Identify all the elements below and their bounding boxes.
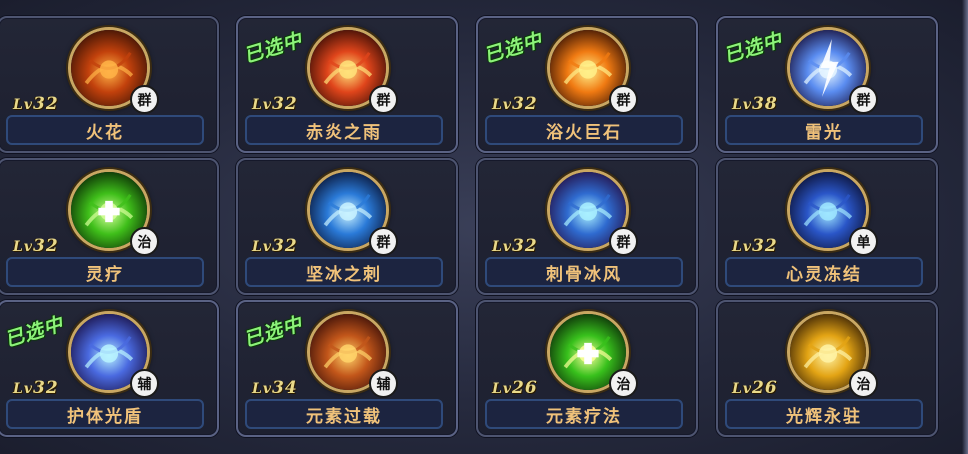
skill-type-badge: 单 <box>849 227 878 256</box>
skill-name: 元素过载 <box>306 406 382 427</box>
level-value: 26 <box>751 378 778 398</box>
skill-name: 赤炎之雨 <box>306 122 382 143</box>
level-value: 32 <box>32 236 59 256</box>
skill-name-bar: 元素疗法 <box>485 399 683 429</box>
level-value: 38 <box>751 94 778 114</box>
level-prefix: Lv <box>732 381 752 397</box>
skill-card[interactable]: 群 Lv32 火花 <box>0 16 219 153</box>
skill-card[interactable]: 辅 Lv32 护体光盾 已选中 <box>0 300 219 437</box>
skill-name-bar: 护体光盾 <box>6 399 204 429</box>
level-prefix: Lv <box>13 97 33 113</box>
skill-type-badge: 群 <box>130 85 159 114</box>
skill-name-bar: 坚冰之刺 <box>245 257 443 287</box>
skill-card[interactable]: 治 Lv32 灵疗 <box>0 158 219 295</box>
level-value: 26 <box>511 378 538 398</box>
level-prefix: Lv <box>252 239 272 255</box>
skill-name-bar: 雷光 <box>725 115 923 145</box>
skill-type-badge: 群 <box>609 227 638 256</box>
level-prefix: Lv <box>252 97 272 113</box>
skill-card[interactable]: 群 Lv32 坚冰之刺 <box>236 158 458 295</box>
skill-name-bar: 火花 <box>6 115 204 145</box>
skill-name: 护体光盾 <box>67 406 143 427</box>
skill-type-badge: 治 <box>849 369 878 398</box>
level-value: 32 <box>511 236 538 256</box>
skill-type-badge: 治 <box>130 227 159 256</box>
level-value: 34 <box>271 378 298 398</box>
skill-type-badge: 辅 <box>130 369 159 398</box>
selected-label: 已选中 <box>241 312 306 352</box>
skill-name-bar: 心灵冻结 <box>725 257 923 287</box>
skill-level: Lv32 <box>492 236 538 256</box>
level-value: 32 <box>271 236 298 256</box>
skill-name-bar: 灵疗 <box>6 257 204 287</box>
skill-name-bar: 元素过载 <box>245 399 443 429</box>
skill-card[interactable]: 辅 Lv34 元素过载 已选中 <box>236 300 458 437</box>
skill-level: Lv34 <box>252 378 298 398</box>
level-prefix: Lv <box>732 97 752 113</box>
skill-name: 坚冰之刺 <box>306 264 382 285</box>
skill-name: 刺骨冰风 <box>546 264 622 285</box>
level-value: 32 <box>32 94 59 114</box>
selected-label: 已选中 <box>481 28 546 68</box>
selected-label: 已选中 <box>241 28 306 68</box>
level-value: 32 <box>511 94 538 114</box>
skill-name-bar: 刺骨冰风 <box>485 257 683 287</box>
skill-level: Lv32 <box>492 94 538 114</box>
skill-name: 心灵冻结 <box>786 264 862 285</box>
skill-card[interactable]: 单 Lv32 心灵冻结 <box>716 158 938 295</box>
level-prefix: Lv <box>13 239 33 255</box>
skill-level: Lv32 <box>252 94 298 114</box>
skill-card[interactable]: 治 Lv26 光辉永驻 <box>716 300 938 437</box>
selected-label: 已选中 <box>721 28 786 68</box>
skill-name: 光辉永驻 <box>786 406 862 427</box>
skill-card[interactable]: 群 Lv38 雷光 已选中 <box>716 16 938 153</box>
level-prefix: Lv <box>732 239 752 255</box>
skill-name-bar: 浴火巨石 <box>485 115 683 145</box>
skill-level: Lv32 <box>13 378 59 398</box>
level-value: 32 <box>271 94 298 114</box>
selected-label: 已选中 <box>2 312 67 352</box>
level-value: 32 <box>32 378 59 398</box>
skill-name: 灵疗 <box>86 264 124 285</box>
skill-card[interactable]: 群 Lv32 刺骨冰风 <box>476 158 698 295</box>
skill-name: 浴火巨石 <box>546 122 622 143</box>
skill-name-bar: 赤炎之雨 <box>245 115 443 145</box>
skill-card[interactable]: 群 Lv32 赤炎之雨 已选中 <box>236 16 458 153</box>
level-prefix: Lv <box>492 239 512 255</box>
skill-type-badge: 群 <box>609 85 638 114</box>
skill-card[interactable]: 治 Lv26 元素疗法 <box>476 300 698 437</box>
skill-name-bar: 光辉永驻 <box>725 399 923 429</box>
skill-type-badge: 治 <box>609 369 638 398</box>
skill-level: Lv32 <box>13 236 59 256</box>
skill-type-badge: 群 <box>849 85 878 114</box>
skill-type-badge: 群 <box>369 227 398 256</box>
scroll-edge <box>962 0 968 454</box>
skill-card[interactable]: 群 Lv32 浴火巨石 已选中 <box>476 16 698 153</box>
skill-level: Lv32 <box>732 236 778 256</box>
skill-name: 雷光 <box>805 122 843 143</box>
skill-level: Lv32 <box>13 94 59 114</box>
skill-name: 元素疗法 <box>546 406 622 427</box>
skill-level: Lv26 <box>492 378 538 398</box>
level-prefix: Lv <box>13 381 33 397</box>
skill-level: Lv26 <box>732 378 778 398</box>
skill-grid: 群 Lv32 火花群 Lv32 赤炎之雨 已选中群 Lv32 浴火巨石 已选中群 Lv38 雷光 已选… <box>0 0 968 454</box>
level-prefix: Lv <box>492 97 512 113</box>
skill-name: 火花 <box>86 122 124 143</box>
level-prefix: Lv <box>252 381 272 397</box>
level-prefix: Lv <box>492 381 512 397</box>
skill-level: Lv32 <box>252 236 298 256</box>
skill-level: Lv38 <box>732 94 778 114</box>
skill-type-badge: 群 <box>369 85 398 114</box>
level-value: 32 <box>751 236 778 256</box>
skill-type-badge: 辅 <box>369 369 398 398</box>
